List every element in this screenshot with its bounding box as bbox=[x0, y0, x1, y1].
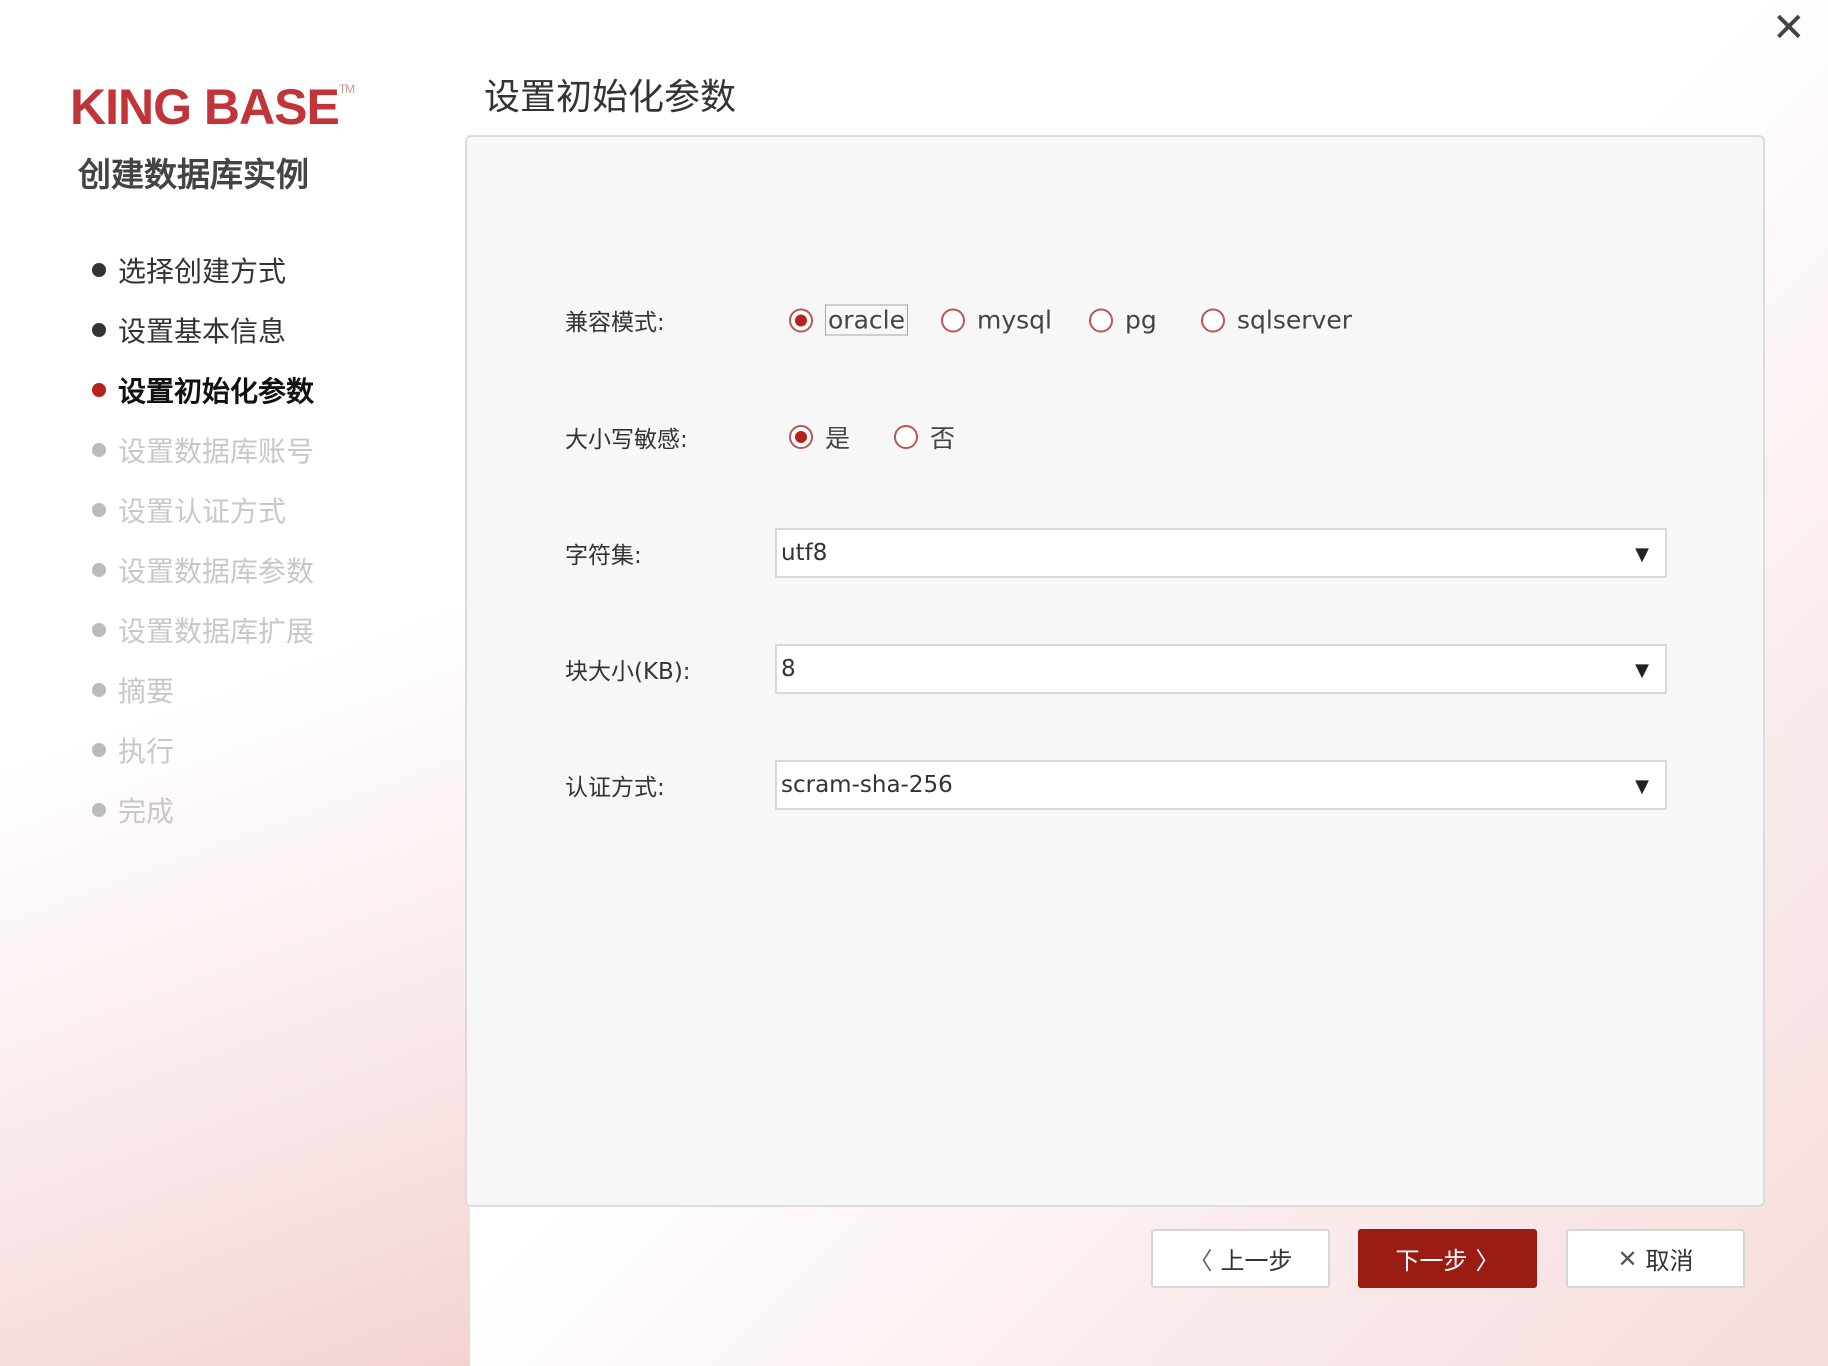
bullet-icon bbox=[92, 683, 106, 697]
bullet-icon bbox=[92, 743, 106, 757]
close-icon: ✕ bbox=[1617, 1244, 1638, 1273]
auth-method-select[interactable]: scram-sha-256 ▼ bbox=[775, 760, 1667, 810]
charset-label: 字符集: bbox=[565, 543, 642, 569]
wizard-subtitle: 创建数据库实例 bbox=[78, 155, 309, 194]
radio-pg[interactable]: pg bbox=[1089, 306, 1157, 335]
step-db-params: 设置数据库参数 bbox=[92, 540, 314, 600]
step-label: 设置认证方式 bbox=[118, 495, 287, 528]
step-auth-method: 设置认证方式 bbox=[92, 480, 314, 540]
bullet-icon bbox=[92, 323, 106, 337]
logo-text: KING BASE bbox=[70, 79, 340, 135]
bullet-icon bbox=[92, 383, 106, 397]
step-finish: 完成 bbox=[92, 780, 314, 840]
step-init-params: 设置初始化参数 bbox=[92, 360, 314, 420]
radio-checked-icon bbox=[789, 308, 813, 332]
step-label: 选择创建方式 bbox=[118, 255, 287, 288]
radio-case-yes[interactable]: 是 bbox=[789, 419, 850, 455]
bullet-icon bbox=[92, 803, 106, 817]
radio-sqlserver[interactable]: sqlserver bbox=[1201, 306, 1352, 335]
step-execute: 执行 bbox=[92, 720, 314, 780]
bullet-icon bbox=[92, 623, 106, 637]
radio-unchecked-icon bbox=[1201, 308, 1225, 332]
dropdown-arrow-icon: ▼ bbox=[1635, 660, 1649, 681]
select-value: utf8 bbox=[781, 540, 828, 566]
dropdown-arrow-icon: ▼ bbox=[1635, 544, 1649, 565]
form-panel: 兼容模式: oracle mysql pg sqlserver 大小写敏感: 是… bbox=[465, 135, 1765, 1207]
chevron-right-icon: 〉 bbox=[1475, 1247, 1500, 1275]
logo-tm: TM bbox=[338, 82, 355, 96]
radio-checked-icon bbox=[789, 425, 813, 449]
step-label: 设置基本信息 bbox=[118, 315, 287, 348]
wizard-steps: 选择创建方式 设置基本信息 设置初始化参数 设置数据库账号 设置认证方式 设置数… bbox=[92, 240, 314, 840]
case-sensitive-label: 大小写敏感: bbox=[565, 427, 688, 453]
step-basic-info: 设置基本信息 bbox=[92, 300, 314, 360]
page-title: 设置初始化参数 bbox=[484, 77, 737, 118]
step-label: 设置数据库扩展 bbox=[118, 615, 315, 648]
radio-label: 否 bbox=[930, 424, 956, 453]
select-value: 8 bbox=[781, 656, 796, 682]
next-button[interactable]: 下一步〉 bbox=[1358, 1229, 1537, 1288]
block-size-label: 块大小(KB): bbox=[565, 659, 691, 685]
cancel-button[interactable]: ✕ 取消 bbox=[1566, 1229, 1745, 1288]
radio-label: sqlserver bbox=[1237, 305, 1352, 335]
step-label: 摘要 bbox=[118, 675, 175, 708]
radio-oracle[interactable]: oracle bbox=[789, 304, 908, 336]
step-label: 设置数据库账号 bbox=[118, 435, 315, 468]
select-value: scram-sha-256 bbox=[781, 772, 953, 798]
step-label: 完成 bbox=[118, 795, 175, 828]
close-icon[interactable]: ✕ bbox=[1772, 8, 1806, 48]
compat-mode-label: 兼容模式: bbox=[565, 310, 665, 336]
dropdown-arrow-icon: ▼ bbox=[1635, 776, 1649, 797]
step-label: 设置初始化参数 bbox=[118, 375, 315, 408]
block-size-select[interactable]: 8 ▼ bbox=[775, 644, 1667, 694]
step-db-account: 设置数据库账号 bbox=[92, 420, 314, 480]
bullet-icon bbox=[92, 443, 106, 457]
step-label: 执行 bbox=[118, 735, 175, 768]
step-db-extensions: 设置数据库扩展 bbox=[92, 600, 314, 660]
button-label: 取消 bbox=[1645, 1247, 1694, 1275]
radio-unchecked-icon bbox=[1089, 308, 1113, 332]
bullet-icon bbox=[92, 503, 106, 517]
chevron-left-icon: 〈 bbox=[1188, 1247, 1213, 1275]
auth-method-label: 认证方式: bbox=[565, 775, 665, 801]
radio-unchecked-icon bbox=[941, 308, 965, 332]
radio-unchecked-icon bbox=[894, 425, 918, 449]
step-summary: 摘要 bbox=[92, 660, 314, 720]
kingbase-logo: KING BASETM bbox=[70, 78, 355, 136]
prev-button[interactable]: 〈上一步 bbox=[1151, 1229, 1330, 1288]
radio-label: oracle bbox=[825, 304, 908, 336]
radio-label: 是 bbox=[825, 424, 851, 453]
radio-label: mysql bbox=[977, 305, 1052, 335]
radio-mysql[interactable]: mysql bbox=[941, 306, 1052, 335]
button-label: 上一步 bbox=[1220, 1247, 1293, 1275]
radio-case-no[interactable]: 否 bbox=[894, 419, 955, 455]
step-label: 设置数据库参数 bbox=[118, 555, 315, 588]
radio-label: pg bbox=[1125, 305, 1157, 335]
step-choose-method: 选择创建方式 bbox=[92, 240, 314, 300]
charset-select[interactable]: utf8 ▼ bbox=[775, 528, 1667, 578]
bullet-icon bbox=[92, 263, 106, 277]
button-label: 下一步 bbox=[1395, 1247, 1468, 1275]
bullet-icon bbox=[92, 563, 106, 577]
